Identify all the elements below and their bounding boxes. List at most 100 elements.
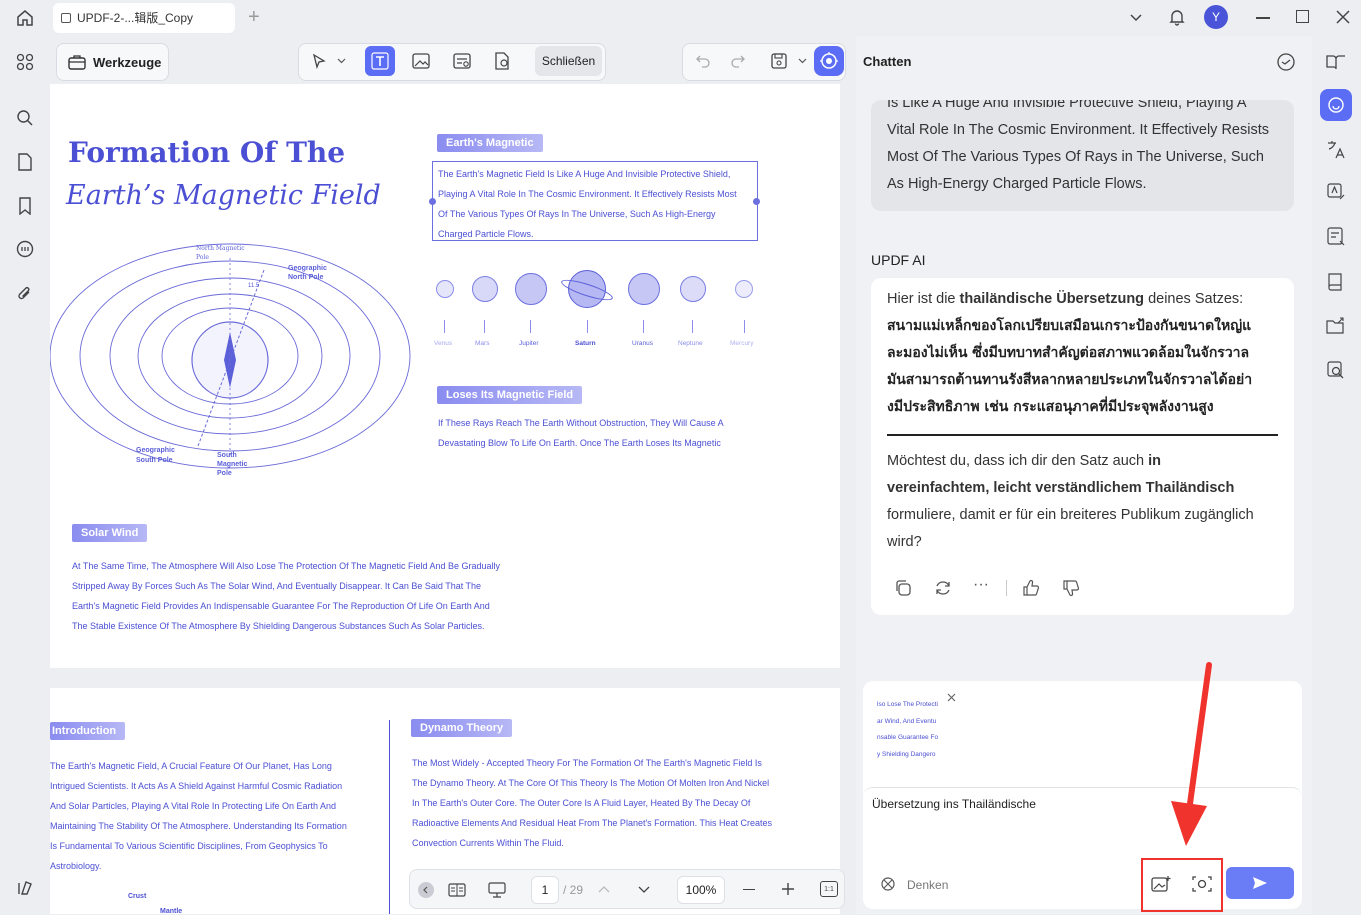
export-icon[interactable] — [1322, 312, 1350, 340]
previous-page-icon[interactable] — [596, 881, 612, 897]
label-south-magnetic-2: Magnetic — [217, 461, 248, 468]
action-separator — [1006, 580, 1007, 596]
resize-handle-right[interactable] — [753, 198, 760, 205]
history-clock-icon[interactable] — [1274, 50, 1298, 74]
planet-tick — [484, 320, 485, 333]
intro-line-6: Astrobiology. — [50, 861, 102, 871]
close-icon[interactable] — [1334, 8, 1352, 26]
planet-jupiter — [515, 273, 547, 305]
intro-line-2: Intrigued Scientists. It Acts As A Shiel… — [50, 781, 343, 791]
send-button[interactable] — [1226, 867, 1294, 899]
search-icon[interactable] — [13, 106, 37, 130]
save-icon[interactable] — [764, 46, 794, 76]
ai-response-card: Hier ist die thailändische Übersetzung d… — [871, 278, 1294, 615]
watermark-icon[interactable] — [487, 46, 517, 76]
dynamo-theory-tag: Dynamo Theory — [411, 719, 513, 737]
input-box[interactable]: Übersetzung ins Thailändische Denken — [863, 787, 1302, 912]
page-number-input[interactable]: 1 — [531, 876, 559, 904]
chevron-down-icon[interactable] — [1126, 8, 1146, 28]
earth-magnetic-line-1: The Earth's Magnetic Field Is Like A Hug… — [438, 169, 731, 179]
earth-magnetic-tag: Earth's Magnetic — [437, 134, 543, 152]
think-label[interactable]: Denken — [907, 878, 948, 892]
redo-icon[interactable] — [723, 46, 753, 76]
tools-button[interactable]: Werkzeuge — [56, 43, 169, 81]
label-geographic-south-2: South Pole — [136, 457, 173, 464]
thai-line-3: มันสามารถต้านทานรังสีหลากหลายประเภทในจัก… — [887, 372, 1253, 388]
regenerate-icon[interactable] — [931, 576, 955, 600]
search-document-icon[interactable] — [1322, 356, 1350, 384]
form-icon[interactable] — [1322, 223, 1350, 251]
remove-attachment-icon[interactable] — [944, 690, 958, 704]
thumbs-down-icon[interactable] — [1059, 576, 1083, 600]
translate-icon[interactable] — [1322, 136, 1350, 164]
minimize-icon[interactable] — [1256, 17, 1270, 19]
toolbox-icon — [67, 52, 87, 72]
select-pointer-icon[interactable] — [304, 46, 334, 76]
think-toggle-icon[interactable] — [878, 874, 898, 894]
loses-line-2: Devastating Blow To Life On Earth. Once … — [438, 438, 721, 448]
planets-row: Venus Mars Jupiter Saturn Uranus Neptune… — [430, 264, 770, 354]
bookmark-icon[interactable] — [13, 194, 37, 218]
pdf-page-1: Formation Of The Earth’s Magnetic Field … — [50, 84, 840, 668]
ocr-icon[interactable] — [1322, 178, 1350, 206]
planet-label-mars: Mars — [475, 340, 490, 347]
label-south-magnetic-3: Pole — [217, 470, 232, 477]
grid-apps-icon[interactable] — [13, 50, 37, 74]
attachment-icon[interactable] — [13, 282, 37, 306]
save-dropdown-chevron-icon[interactable] — [796, 54, 808, 68]
select-dropdown-chevron-icon[interactable] — [335, 54, 347, 68]
home-icon[interactable] — [12, 6, 38, 30]
followup-text-1: Möchtest du, dass ich dir den Satz auch — [887, 453, 1149, 469]
planet-neptune — [680, 276, 706, 302]
undo-icon[interactable] — [688, 46, 718, 76]
close-edit-button[interactable]: Schließen — [535, 46, 602, 76]
planet-tick — [530, 320, 531, 333]
layers-icon[interactable] — [13, 876, 37, 900]
input-text: Übersetzung ins Thailändische — [872, 797, 1036, 811]
page-layout-icon[interactable] — [446, 880, 468, 900]
followup-text-2: formuliere, damit er für ein breiteres P… — [887, 507, 1254, 523]
thumbs-up-icon[interactable] — [1019, 576, 1043, 600]
selected-text-box[interactable]: The Earth's Magnetic Field Is Like A Hug… — [429, 161, 760, 241]
avatar[interactable]: Y — [1204, 5, 1228, 29]
left-sidebar — [0, 36, 50, 914]
planet-tick — [643, 320, 644, 333]
ai-intro-bold: thailändische Übersetzung — [959, 291, 1145, 307]
collapse-arrow-icon[interactable] — [418, 882, 434, 898]
next-page-icon[interactable] — [636, 882, 652, 898]
attachment-thumbnail[interactable]: lso Lose The Protecti ar Wind, And Event… — [877, 697, 951, 763]
right-sidebar — [1314, 36, 1361, 914]
ai-assistant-icon[interactable] — [814, 46, 844, 76]
loses-magnetic-tag: Loses Its Magnetic Field — [437, 386, 583, 404]
zoom-in-icon[interactable] — [781, 882, 795, 896]
actual-size-icon[interactable]: 1:1 — [820, 881, 838, 897]
new-tab-plus-icon[interactable]: + — [248, 7, 264, 27]
zoom-out-icon[interactable] — [743, 889, 755, 891]
user-message-bubble: Is Like A Huge And Invisible Protective … — [871, 100, 1294, 211]
image-edit-icon[interactable] — [406, 46, 436, 76]
copy-icon[interactable] — [891, 576, 915, 600]
page-icon[interactable] — [13, 150, 37, 174]
followup-bold-1: in — [1148, 453, 1162, 469]
maximize-icon[interactable] — [1296, 10, 1309, 23]
label-geographic-north-2: North Pole — [288, 274, 324, 281]
zoom-level-field[interactable]: 100% — [677, 876, 725, 904]
planet-label-uranus: Uranus — [632, 340, 653, 347]
loses-magnetic-text: If These Rays Reach The Earth Without Ob… — [438, 413, 724, 453]
bell-icon[interactable] — [1166, 6, 1188, 28]
ai-chat-icon[interactable] — [1320, 89, 1352, 121]
intro-line-1: The Earth's Magnetic Field, A Crucial Fe… — [50, 761, 332, 771]
book-open-icon[interactable] — [1322, 48, 1350, 76]
document-tab[interactable]: UPDF-2-...辑版_Copy — [53, 3, 235, 33]
comment-icon[interactable] — [13, 237, 37, 261]
reader-book-icon[interactable] — [1322, 268, 1350, 296]
solar-wind-text: At The Same Time, The Atmosphere Will Al… — [72, 556, 500, 636]
resize-handle-left[interactable] — [429, 198, 436, 205]
ai-intro-suffix: deines Satzes: — [1144, 291, 1244, 307]
link-edit-icon[interactable] — [447, 46, 477, 76]
more-options-icon[interactable]: ··· — [973, 577, 993, 596]
introduction-tag: Introduction — [50, 722, 126, 740]
presentation-icon[interactable] — [486, 880, 508, 900]
text-edit-icon[interactable] — [365, 46, 395, 76]
label-geographic-south-1: Geographic — [136, 447, 175, 454]
